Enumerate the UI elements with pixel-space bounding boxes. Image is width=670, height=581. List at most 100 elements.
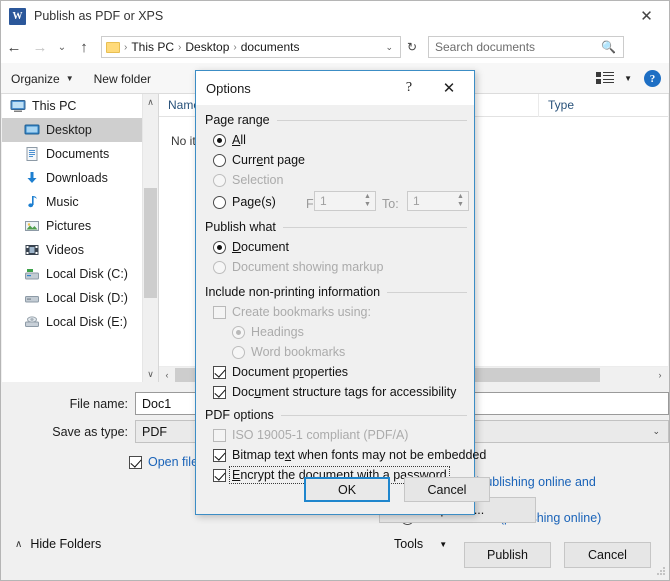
spin-down-icon[interactable]: ▼ (457, 201, 464, 209)
column-header-type[interactable]: Type (539, 94, 668, 117)
help-icon[interactable]: ? (644, 70, 661, 87)
scroll-right-icon[interactable]: › (652, 367, 668, 383)
chevron-down-icon[interactable]: ⌄ (378, 42, 400, 53)
address-bar[interactable]: › This PC › Desktop › documents ⌄ (101, 36, 401, 58)
optical-drive-icon (24, 314, 40, 330)
search-input[interactable]: Search documents 🔍 (428, 36, 624, 58)
sidebar-item-this-pc[interactable]: This PC (2, 94, 157, 118)
dialog-body: Page range All Current page Selection Pa… (196, 105, 490, 514)
refresh-icon[interactable]: ↻ (401, 36, 423, 58)
music-note-icon (24, 194, 40, 210)
save-as-type-label: Save as type: (52, 424, 128, 439)
scroll-up-icon[interactable]: ∧ (143, 94, 158, 110)
hide-folders-button[interactable]: ∧ Hide Folders (15, 537, 101, 551)
recent-locations-button[interactable]: ⌄ (53, 34, 71, 60)
radio-publish-document[interactable]: Document (213, 240, 289, 254)
chevron-down-icon: ▼ (65, 74, 74, 83)
sidebar-item-videos[interactable]: Videos (2, 238, 157, 262)
organize-button[interactable]: Organize ▼ (1, 72, 84, 86)
to-spinner[interactable]: 1 ▲ ▼ (407, 191, 469, 211)
radio-page-range-pages[interactable]: Page(s) (213, 195, 276, 209)
view-layout-icon[interactable] (596, 71, 616, 87)
scroll-down-icon[interactable]: ∨ (143, 366, 158, 382)
navigation-pane-scrollbar[interactable]: ∧ ∨ (142, 94, 157, 382)
sidebar-item-local-disk-c[interactable]: Local Disk (C:) (2, 262, 157, 286)
from-value: 1 (320, 194, 327, 208)
spin-up-icon[interactable]: ▲ (364, 193, 371, 201)
sidebar-item-desktop[interactable]: Desktop (2, 118, 157, 142)
sidebar-item-local-disk-e[interactable]: Local Disk (E:) (2, 310, 157, 334)
include-non-printing-group: Include non-printing information (205, 285, 467, 299)
dialog-cancel-button[interactable]: Cancel (404, 477, 490, 502)
radio-label: Current page (232, 153, 305, 167)
sidebar-item-label: Desktop (46, 123, 92, 137)
page-range-group: Page range (205, 113, 467, 127)
checkbox-bitmap-text[interactable]: Bitmap text when fonts may not be embedd… (213, 448, 486, 462)
word-icon (9, 7, 26, 25)
close-icon[interactable]: ✕ (430, 71, 468, 105)
window-title: Publish as PDF or XPS (34, 9, 164, 23)
up-button[interactable]: ↑ (71, 34, 97, 60)
to-label-wrap: To: (382, 197, 399, 211)
title-bar: Publish as PDF or XPS ✕ (1, 1, 669, 31)
radio-label: Selection (232, 173, 284, 187)
from-spinner[interactable]: 1 ▲ ▼ (314, 191, 376, 211)
sidebar-item-label: Downloads (46, 171, 108, 185)
radio-dot (213, 241, 226, 254)
checkbox-document-properties[interactable]: Document properties (213, 365, 348, 379)
sidebar-item-label: Local Disk (E:) (46, 315, 128, 329)
scroll-left-icon[interactable]: ‹ (159, 367, 175, 383)
breadcrumb-this-pc[interactable]: This PC (128, 40, 177, 54)
checkbox-label: ISO 19005-1 compliant (PDF/A) (232, 428, 409, 442)
tools-button[interactable]: Tools ▼ (394, 537, 447, 551)
back-button[interactable]: ← (1, 34, 27, 60)
sidebar-item-music[interactable]: Music (2, 190, 157, 214)
chevron-down-icon: ▼ (439, 539, 448, 549)
file-name-label: File name: (69, 396, 128, 411)
spinner-arrows[interactable]: ▲ ▼ (360, 192, 375, 210)
radio-headings: Headings (232, 325, 304, 339)
radio-label: Word bookmarks (251, 345, 346, 359)
group-label: Publish what (205, 220, 276, 234)
publish-what-title: Publish what (205, 220, 467, 234)
radio-page-range-all[interactable]: All (213, 133, 246, 147)
spin-down-icon[interactable]: ▼ (364, 201, 371, 209)
sidebar-item-label: Documents (46, 147, 110, 161)
navigation-bar: ← → ⌄ ↑ › This PC › Desktop › documents … (1, 31, 669, 63)
spin-up-icon[interactable]: ▲ (457, 193, 464, 201)
breadcrumb-documents[interactable]: documents (238, 40, 303, 54)
new-folder-button[interactable]: New folder (84, 72, 161, 86)
monitor-icon (10, 98, 26, 114)
view-controls: ▼ ? (596, 70, 669, 87)
help-icon[interactable]: ? (396, 71, 422, 105)
publish-button[interactable]: Publish (464, 542, 551, 568)
sidebar-item-documents[interactable]: Documents (2, 142, 157, 166)
group-label: Page range (205, 113, 270, 127)
sidebar-item-label: Local Disk (C:) (46, 267, 128, 281)
spinner-arrows[interactable]: ▲ ▼ (453, 192, 468, 210)
radio-dot (232, 326, 245, 339)
system-drive-icon (24, 266, 40, 282)
sidebar-item-label: Local Disk (D:) (46, 291, 128, 305)
radio-label: Page(s) (232, 195, 276, 209)
pdf-options-group: PDF options (205, 408, 467, 422)
forward-button[interactable]: → (27, 34, 53, 60)
dialog-title-bar: Options ? ✕ (196, 71, 474, 105)
radio-page-range-current-page[interactable]: Current page (213, 153, 305, 167)
sidebar-item-downloads[interactable]: Downloads (2, 166, 157, 190)
breadcrumb-desktop[interactable]: Desktop (182, 40, 232, 54)
cancel-button[interactable]: Cancel (564, 542, 651, 568)
dialog-ok-button[interactable]: OK (304, 477, 390, 502)
checkbox-iso-19005-compliant: ISO 19005-1 compliant (PDF/A) (213, 428, 408, 442)
scrollbar-thumb[interactable] (144, 188, 157, 298)
sidebar-item-local-disk-d[interactable]: Local Disk (D:) (2, 286, 157, 310)
desktop-icon (24, 122, 40, 138)
sidebar-item-pictures[interactable]: Pictures (2, 214, 157, 238)
chevron-down-icon[interactable]: ▼ (616, 74, 632, 83)
resize-grip[interactable] (656, 567, 666, 577)
pictures-icon (24, 218, 40, 234)
chevron-up-icon: ∧ (15, 538, 23, 550)
checkbox-create-bookmarks: Create bookmarks using: (213, 305, 371, 319)
close-icon[interactable]: ✕ (624, 1, 669, 31)
checkbox-document-structure-tags[interactable]: Document structure tags for accessibilit… (213, 385, 456, 399)
